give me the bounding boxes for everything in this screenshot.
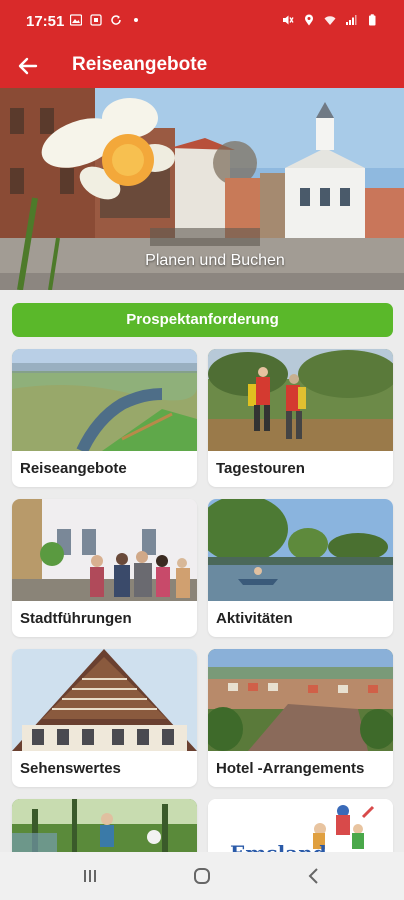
tile-label: Hotel -Arrangements bbox=[216, 760, 365, 777]
tile-label: Reiseangebote bbox=[20, 460, 127, 477]
tile-sehenswertes[interactable]: Sehenswertes bbox=[12, 649, 197, 787]
back-icon[interactable] bbox=[302, 864, 326, 888]
system-navigation-bar bbox=[0, 852, 404, 900]
prospekt-request-button[interactable]: Prospektanforderung bbox=[12, 303, 393, 337]
hero-banner[interactable]: Planen und Buchen bbox=[0, 88, 404, 290]
tile-reiseangebote[interactable]: Reiseangebote bbox=[12, 349, 197, 487]
signal-icon bbox=[346, 15, 357, 25]
status-bar: 17:51 bbox=[0, 0, 404, 44]
home-icon[interactable] bbox=[190, 864, 214, 888]
tile-label: Aktivitäten bbox=[216, 610, 293, 627]
location-icon bbox=[305, 14, 313, 26]
sync-icon bbox=[111, 15, 121, 25]
tile-aktivitaeten[interactable]: Aktivitäten bbox=[208, 499, 393, 637]
tile-label: Sehenswertes bbox=[20, 760, 121, 777]
tile-label: Tagestouren bbox=[216, 460, 305, 477]
app-bar: Reiseangebote bbox=[0, 44, 404, 88]
tile-label: Stadtführungen bbox=[20, 610, 132, 627]
back-arrow-icon[interactable] bbox=[16, 54, 40, 78]
tile-image-town-tour bbox=[12, 499, 197, 601]
gallery-icon bbox=[70, 14, 82, 26]
wifi-icon bbox=[324, 16, 336, 25]
tile-image-river-landscape bbox=[12, 349, 197, 451]
tile-hotel-arrangements[interactable]: Hotel -Arrangements bbox=[208, 649, 393, 787]
sim-icon bbox=[90, 14, 102, 26]
tile-image-aerial-town bbox=[208, 649, 393, 751]
dot-icon bbox=[134, 18, 138, 22]
status-time: 17:51 bbox=[26, 13, 65, 30]
tile-image-hikers bbox=[208, 349, 393, 451]
recents-icon[interactable] bbox=[78, 864, 102, 888]
tile-image-river-canoe bbox=[208, 499, 393, 601]
hero-caption: Planen und Buchen bbox=[145, 252, 285, 269]
mute-icon bbox=[283, 15, 294, 25]
page-title: Reiseangebote bbox=[72, 54, 208, 75]
tile-tagestouren[interactable]: Tagestouren bbox=[208, 349, 393, 487]
tile-image-half-timbered-house bbox=[12, 649, 197, 751]
battery-icon bbox=[369, 14, 376, 26]
tile-stadtfuehrungen[interactable]: Stadtführungen bbox=[12, 499, 197, 637]
